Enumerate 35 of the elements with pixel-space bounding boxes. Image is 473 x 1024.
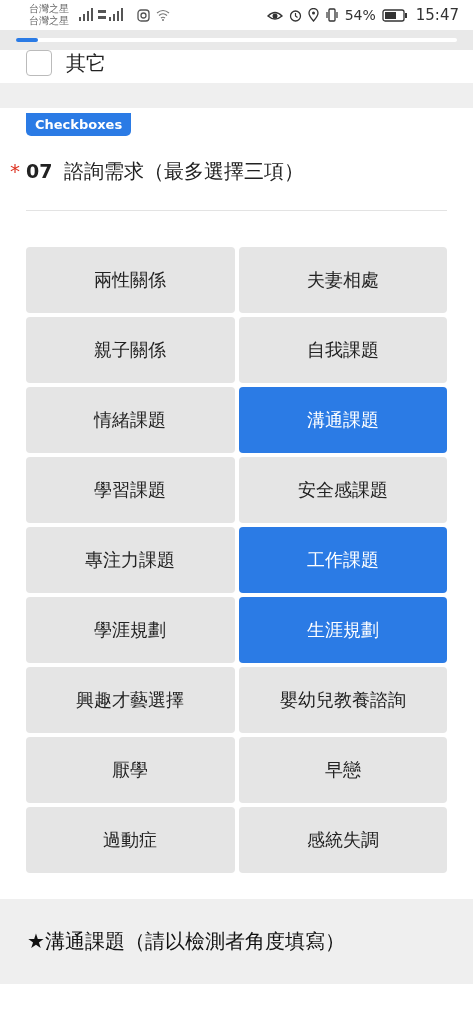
option-button[interactable]: 親子關係	[26, 317, 235, 383]
option-button[interactable]: 學涯規劃	[26, 597, 235, 663]
wifi-icon	[156, 9, 170, 21]
option-button[interactable]: 過動症	[26, 807, 235, 873]
location-icon	[307, 8, 319, 22]
option-button[interactable]: 安全感課題	[238, 457, 447, 523]
option-button[interactable]: 厭學	[26, 737, 235, 803]
alarm-icon	[288, 8, 302, 22]
question-type-badge: Checkboxes	[26, 113, 132, 136]
option-button[interactable]: 嬰幼兒教養諮詢	[238, 667, 447, 733]
option-button[interactable]: 工作課題	[238, 527, 447, 593]
option-button[interactable]: 專注力課題	[26, 527, 235, 593]
section-heading: ★溝通課題（請以檢測者角度填寫）	[27, 927, 345, 955]
option-button[interactable]: 興趣才藝選擇	[26, 667, 235, 733]
carrier-name: 台灣之星	[29, 15, 69, 27]
option-button[interactable]: 感統失調	[238, 807, 447, 873]
option-button[interactable]: 自我課題	[238, 317, 447, 383]
option-button[interactable]: 情緒課題	[26, 387, 235, 453]
battery-icon	[381, 8, 408, 22]
option-button[interactable]: 夫妻相處	[238, 247, 447, 313]
option-label: 其它	[66, 49, 106, 77]
option-button[interactable]: 學習課題	[26, 457, 235, 523]
option-button[interactable]: 早戀	[238, 737, 447, 803]
option-button[interactable]: 生涯規劃	[238, 597, 447, 663]
battery-percent: 54%	[344, 7, 376, 23]
checkbox[interactable]	[26, 50, 52, 76]
option-button[interactable]: 溝通課題	[238, 387, 447, 453]
required-asterisk: *	[10, 159, 21, 183]
option-button[interactable]: 兩性關係	[26, 247, 235, 313]
carrier-name: 台灣之星	[29, 3, 69, 15]
clock-time: 15:47	[415, 6, 459, 24]
question-number: 07	[26, 160, 53, 182]
question-title: 諮詢需求（最多選擇三項）	[64, 158, 305, 185]
vibrate-icon	[324, 8, 339, 22]
camera-icon	[137, 8, 150, 22]
